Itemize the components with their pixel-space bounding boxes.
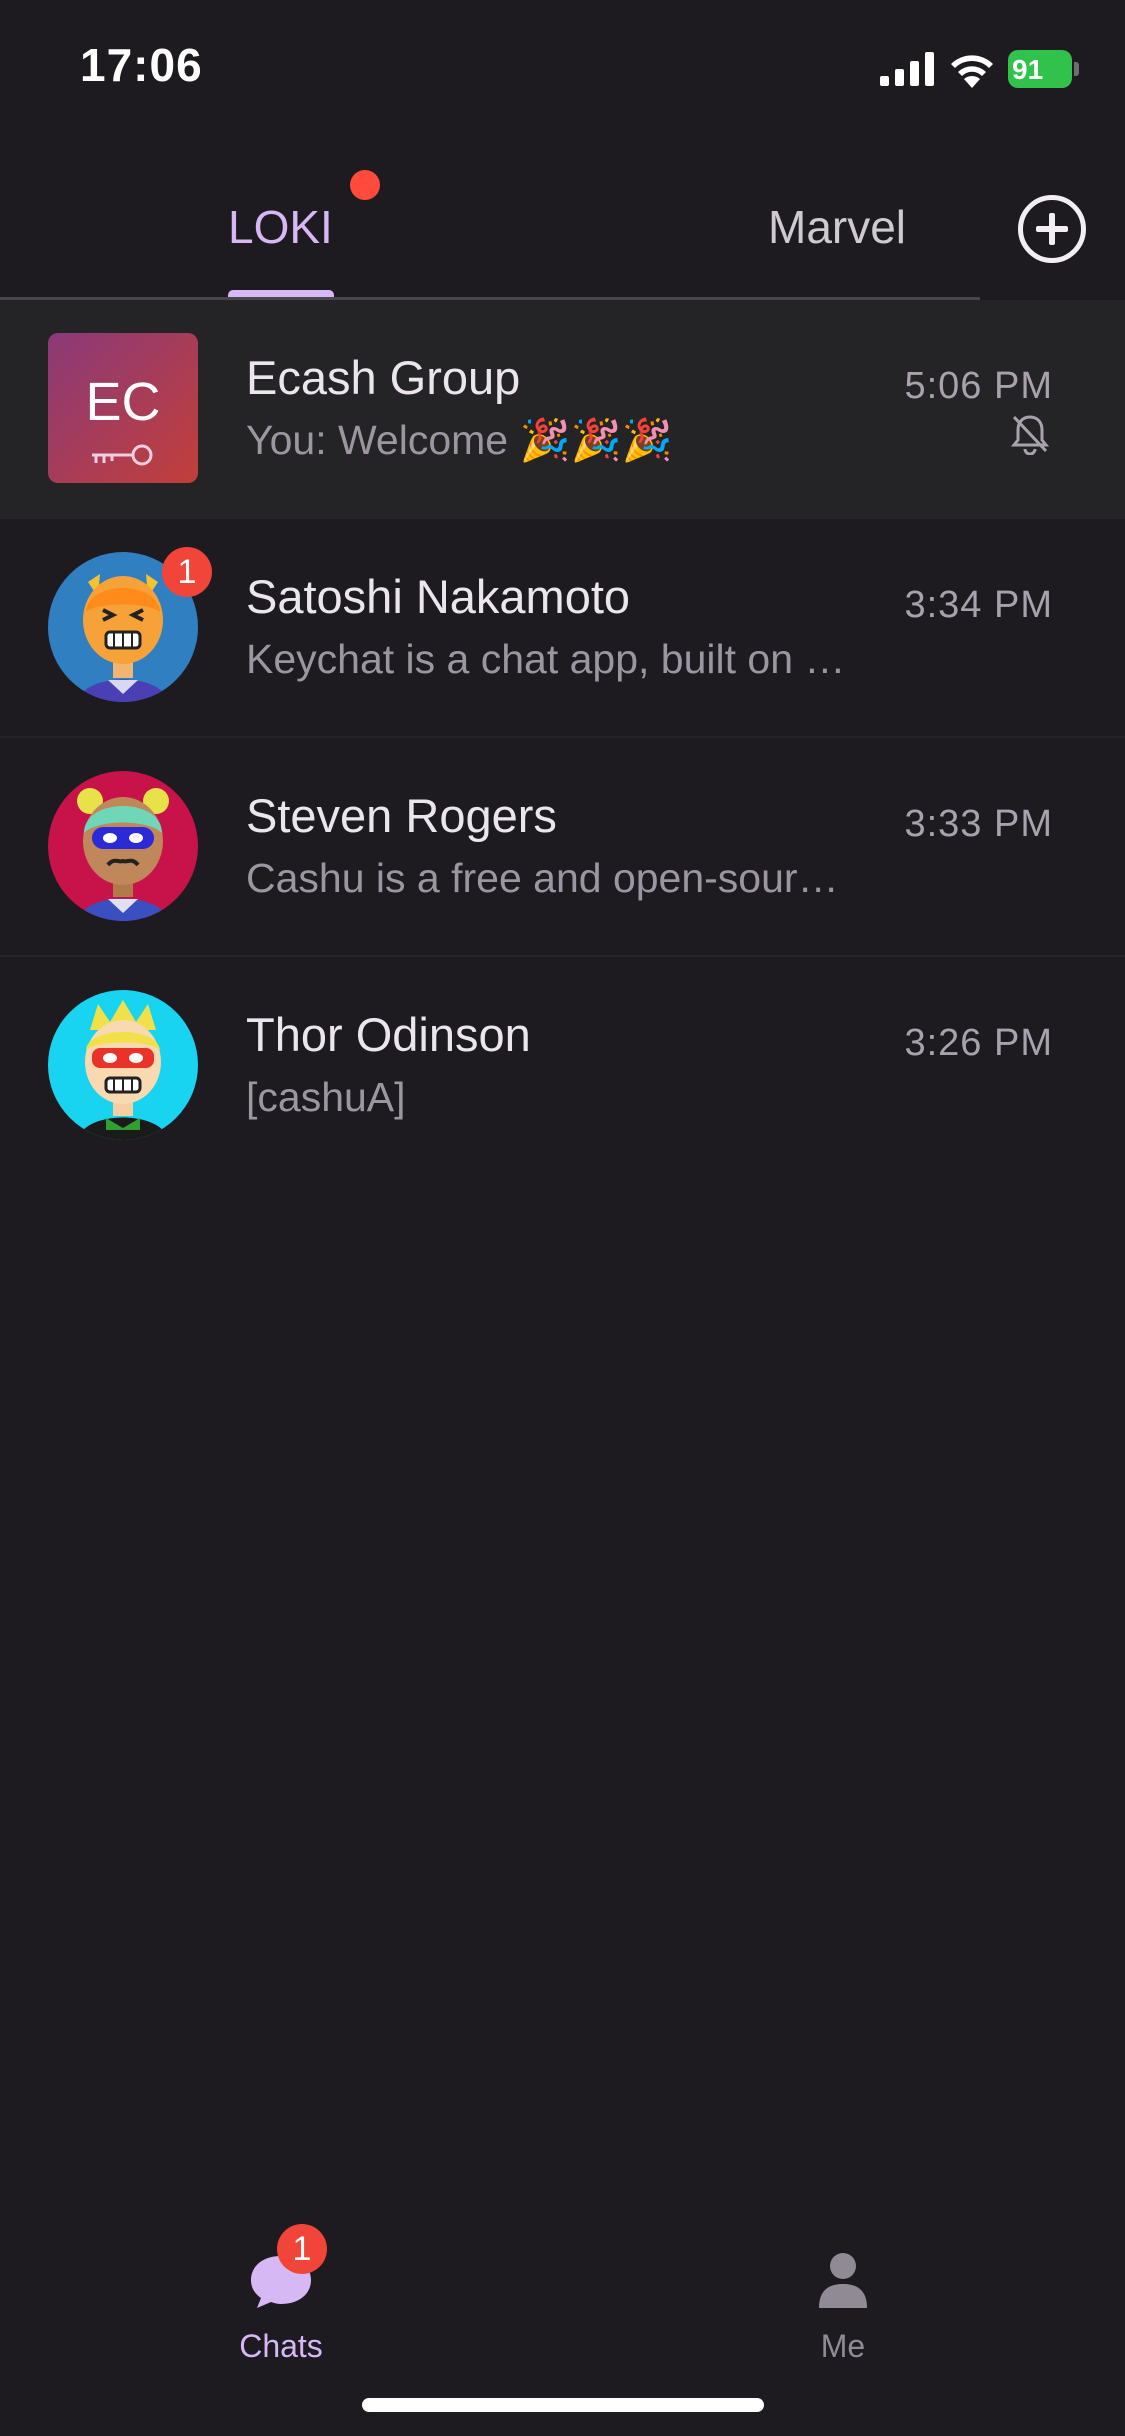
avatar <box>48 771 198 921</box>
bottom-nav: 1 Chats Me <box>0 2170 1125 2436</box>
chat-row-satoshi-nakamoto[interactable]: 1 Satoshi Nakamoto Keychat is a chat app… <box>0 519 1125 738</box>
nav-chats[interactable]: 1 Chats <box>181 2210 381 2370</box>
nav-me[interactable]: Me <box>743 2210 943 2370</box>
chat-preview: [cashuA] <box>246 1074 406 1120</box>
app-screen: 17:06 91 LOKI Marvel EC Ecash Group You:… <box>0 0 1125 2436</box>
chat-time: 3:26 PM <box>904 1022 1053 1064</box>
chat-preview: Cashu is a free and open-source Chaumian… <box>246 855 846 901</box>
chat-row-steven-rogers[interactable]: Steven Rogers Cashu is a free and open-s… <box>0 738 1125 957</box>
nav-chats-label: Chats <box>239 2328 323 2364</box>
avatar-initials: EC <box>85 372 161 432</box>
wifi-icon <box>951 55 993 88</box>
unread-badge: 1 <box>162 547 212 597</box>
chat-row-thor-odinson[interactable]: Thor Odinson [cashuA] 3:26 PM <box>0 957 1125 1176</box>
home-indicator <box>362 2398 764 2412</box>
chats-unread-badge: 1 <box>277 2224 327 2274</box>
person-icon <box>819 2253 867 2308</box>
chat-name: Steven Rogers <box>246 789 557 842</box>
status-time: 17:06 <box>80 39 203 91</box>
chat-row-ecash-group[interactable]: EC Ecash Group You: Welcome 🎉🎉🎉 5:06 PM <box>0 300 1125 519</box>
tab-marvel[interactable]: Marvel <box>768 200 906 254</box>
avatar-illustration <box>48 990 198 1140</box>
chat-list: EC Ecash Group You: Welcome 🎉🎉🎉 5:06 PM <box>0 300 1125 1176</box>
chat-name: Satoshi Nakamoto <box>246 570 631 623</box>
battery-body: 91 <box>1008 50 1072 88</box>
chat-name: Ecash Group <box>246 351 521 404</box>
chat-preview: You: Welcome 🎉🎉🎉 <box>246 417 673 463</box>
chat-time: 3:33 PM <box>904 803 1053 845</box>
status-bar: 17:06 91 <box>0 0 1125 130</box>
group-avatar: EC <box>48 333 198 483</box>
avatar-illustration <box>48 771 198 921</box>
tab-loki[interactable]: LOKI <box>228 200 333 254</box>
key-icon <box>92 444 153 466</box>
bell-off-icon <box>1010 415 1050 455</box>
chat-preview: Keychat is a chat app, built on Nostr <box>246 636 846 682</box>
signal-icon <box>880 52 934 86</box>
chat-name: Thor Odinson <box>246 1008 531 1061</box>
chat-time: 5:06 PM <box>904 365 1053 407</box>
chat-time: 3:34 PM <box>904 584 1053 626</box>
battery-level: 91 <box>1012 54 1044 85</box>
tab-loki-notification-dot <box>350 170 380 200</box>
identity-tabs: LOKI Marvel <box>0 140 1125 300</box>
battery-tip <box>1074 62 1079 76</box>
plus-circle-icon[interactable] <box>1018 195 1086 263</box>
nav-me-label: Me <box>820 2328 866 2364</box>
battery-icon: 91 <box>1008 50 1079 88</box>
avatar <box>48 990 198 1140</box>
